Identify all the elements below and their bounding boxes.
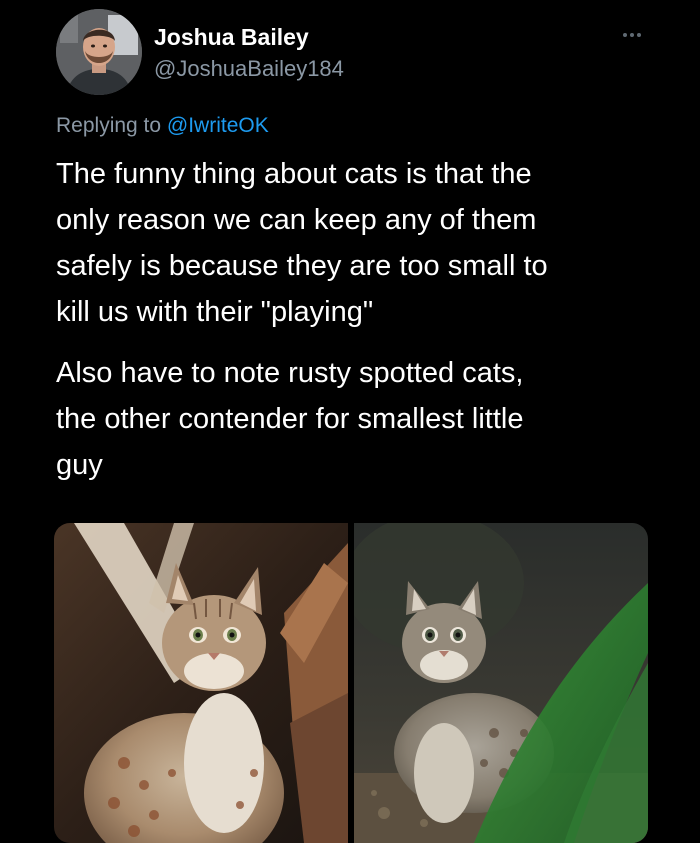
tweet-text-paragraph-2: Also have to note rusty spotted cats, th… xyxy=(56,350,666,488)
more-horizontal-icon[interactable] xyxy=(614,24,650,46)
author-name[interactable]: Joshua Bailey xyxy=(154,22,309,52)
avatar[interactable] xyxy=(56,9,142,95)
dot xyxy=(623,33,627,37)
tweet: Joshua Bailey @JoshuaBailey184 Replying … xyxy=(0,0,700,843)
replying-to-label: Replying to xyxy=(56,114,167,137)
tweet-text-line: kill us with their "playing" xyxy=(56,296,374,328)
tweet-text-line: guy xyxy=(56,449,103,481)
replying-to-mention[interactable]: @IwriteOK xyxy=(167,114,269,137)
author-handle[interactable]: @JoshuaBailey184 xyxy=(154,55,344,83)
cat-photo-right[interactable] xyxy=(354,523,648,843)
tweet-text-paragraph-1: The funny thing about cats is that the o… xyxy=(56,151,666,335)
tweet-text-line: only reason we can keep any of them xyxy=(56,204,537,236)
tweet-text-line: safely is because they are too small to xyxy=(56,250,548,282)
tweet-text-line: the other contender for smallest little xyxy=(56,403,524,435)
media-grid xyxy=(54,523,648,843)
dot xyxy=(637,33,641,37)
tweet-text-line: Also have to note rusty spotted cats, xyxy=(56,357,524,389)
dot xyxy=(630,33,634,37)
tweet-text-line: The funny thing about cats is that the xyxy=(56,158,532,190)
cat-photo-left[interactable] xyxy=(54,523,348,843)
replying-to: Replying to @IwriteOK xyxy=(56,112,269,140)
